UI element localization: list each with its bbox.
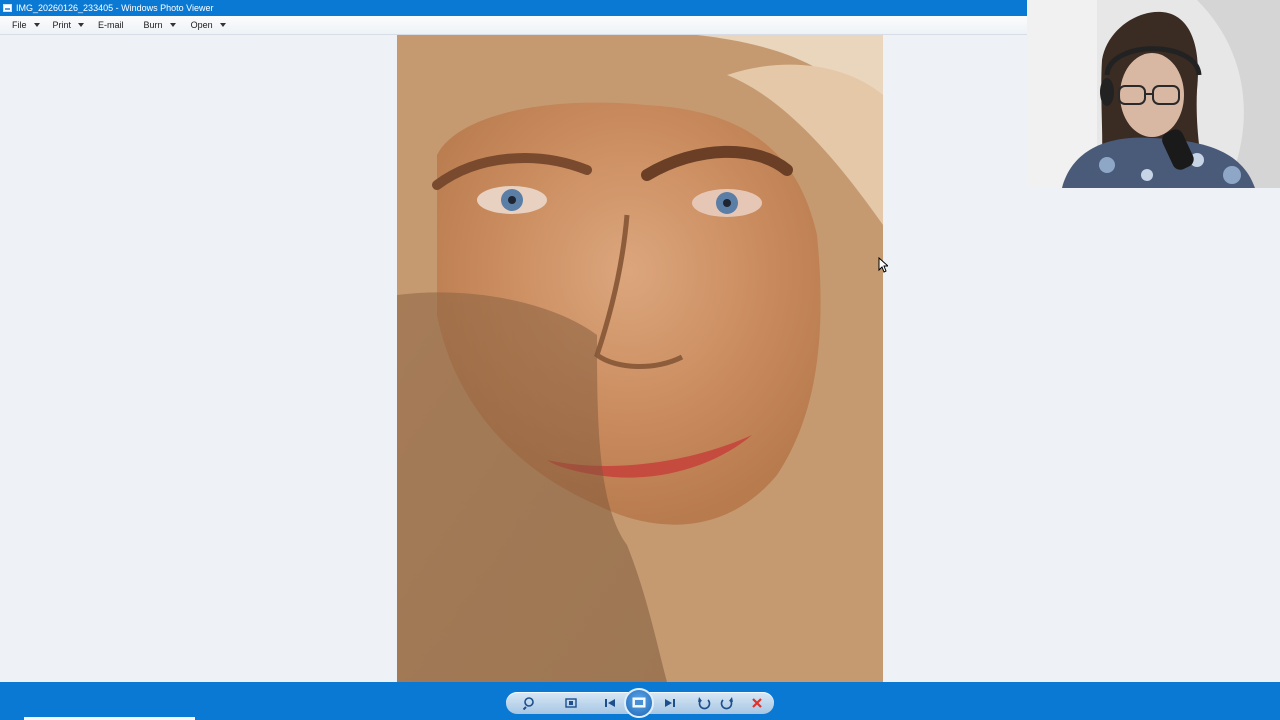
- rotate-counterclockwise-icon: [698, 697, 711, 710]
- email-button-label: E-mail: [98, 20, 124, 30]
- slideshow-icon: [632, 697, 646, 708]
- webcam-overlay: [1027, 0, 1280, 188]
- bottom-toolbar: [0, 682, 1280, 720]
- print-menu[interactable]: Print: [40, 20, 85, 30]
- photo-viewer-icon: [3, 4, 12, 12]
- zoom-button[interactable]: [523, 696, 537, 710]
- displayed-photo: [397, 35, 883, 682]
- print-menu-label: Print: [52, 20, 72, 30]
- webcam-feed: [1027, 0, 1280, 188]
- burn-menu[interactable]: Burn: [124, 20, 176, 30]
- title-bar: IMG_20260126_233405 - Windows Photo View…: [0, 0, 1027, 16]
- file-menu[interactable]: File: [0, 20, 40, 30]
- window-title: IMG_20260126_233405 - Windows Photo View…: [16, 3, 214, 13]
- rotate-counterclockwise-button[interactable]: [697, 696, 711, 710]
- open-menu[interactable]: Open: [176, 20, 226, 30]
- burn-menu-label: Burn: [143, 20, 163, 30]
- email-button[interactable]: E-mail: [84, 20, 124, 30]
- file-menu-label: File: [12, 20, 27, 30]
- actual-size-button[interactable]: [564, 696, 578, 710]
- previous-button[interactable]: [598, 696, 624, 710]
- delete-icon: [752, 698, 762, 708]
- next-icon: [665, 699, 675, 707]
- menu-bar: File Print E-mail Burn Open: [0, 16, 1027, 35]
- rotate-clockwise-button[interactable]: [720, 696, 734, 710]
- delete-button[interactable]: [750, 696, 764, 710]
- navigation-controls: [506, 688, 774, 718]
- slideshow-button[interactable]: [624, 688, 654, 718]
- mouse-cursor-icon: [878, 257, 888, 273]
- open-menu-label: Open: [190, 20, 213, 30]
- actual-size-icon: [565, 698, 577, 708]
- magnifier-icon: [523, 697, 534, 710]
- previous-icon: [605, 699, 615, 707]
- next-button[interactable]: [656, 696, 682, 710]
- chevron-down-icon: [219, 23, 226, 27]
- rotate-clockwise-icon: [720, 697, 733, 710]
